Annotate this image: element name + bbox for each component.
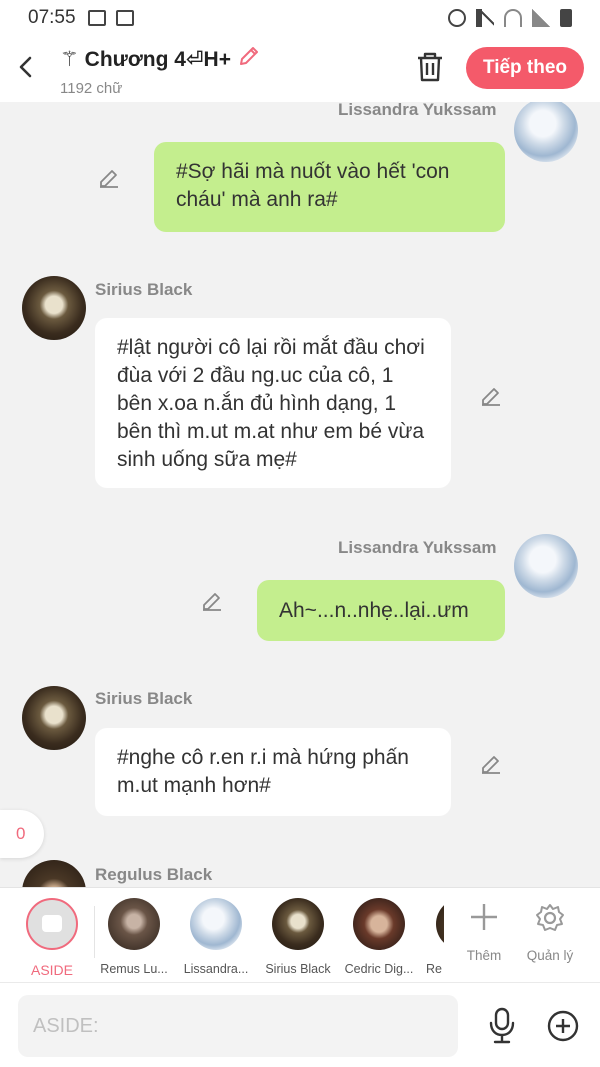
character-remus[interactable]: Remus Lu... <box>94 898 174 976</box>
message-bubble[interactable]: Ah~...n..nhẹ..lại..ưm <box>257 580 505 641</box>
edit-pencil-icon[interactable] <box>479 384 503 408</box>
edit-pencil-icon[interactable] <box>200 589 224 613</box>
status-bar: 07:55 <box>0 0 600 36</box>
next-button[interactable]: Tiếp theo <box>466 47 584 89</box>
status-icons <box>448 9 572 27</box>
battery-icon <box>560 9 572 27</box>
avatar <box>272 898 324 950</box>
notification-icon <box>115 10 134 26</box>
chapter-title-row[interactable]: ⚚ Chương 4⏎H+ <box>60 44 261 74</box>
message-bubble[interactable]: #lật người cô lại rồi mắt đầu chơi đùa v… <box>95 318 451 488</box>
message-bubble[interactable]: #Sợ hãi mà nuốt vào hết 'con cháu' mà an… <box>154 142 505 232</box>
avatar[interactable] <box>22 860 86 888</box>
sender-name: Lissandra Yukssam <box>338 538 497 557</box>
signal-icon <box>532 9 550 27</box>
character-label: ASIDE <box>30 962 73 978</box>
character-aside[interactable]: ASIDE <box>12 898 92 978</box>
gallery-icon <box>87 10 106 26</box>
edit-pencil-icon[interactable] <box>97 166 121 190</box>
wifi-icon <box>504 9 522 27</box>
avatar <box>353 898 405 950</box>
avatar[interactable] <box>514 102 578 162</box>
add-character-button[interactable]: Thêm <box>454 902 514 963</box>
aside-chat-icon <box>26 898 78 950</box>
edit-pencil-icon[interactable] <box>479 752 503 776</box>
character-cedric[interactable]: Cedric Dig... <box>339 898 419 976</box>
avatar <box>108 898 160 950</box>
character-regulus[interactable]: Re <box>420 898 444 976</box>
character-sirius[interactable]: Sirius Black <box>258 898 338 976</box>
title-block: ⚚ Chương 4⏎H+ 1192 chữ <box>60 44 261 97</box>
character-bar: ASIDE Remus Lu... Lissandra... Sirius Bl… <box>0 887 600 982</box>
avatar[interactable] <box>514 534 578 598</box>
character-label: Sirius Black <box>265 962 331 976</box>
character-label: Remus Lu... <box>100 962 168 976</box>
manage-label: Quản lý <box>526 948 574 963</box>
gear-icon <box>520 902 580 938</box>
plus-icon <box>454 902 514 938</box>
character-label: Cedric Dig... <box>344 962 414 976</box>
add-label: Thêm <box>466 948 502 963</box>
composer-bar <box>0 982 600 1067</box>
mute-icon <box>476 9 494 27</box>
character-label: Re <box>426 962 442 976</box>
avatar <box>436 898 444 950</box>
sender-name: Sirius Black <box>95 689 193 708</box>
sender-name: Lissandra Yukssam <box>338 102 497 119</box>
character-lissandra[interactable]: Lissandra... <box>176 898 256 976</box>
sender-name: Regulus Black <box>95 865 213 884</box>
alarm-icon <box>448 9 466 27</box>
trash-icon[interactable] <box>414 50 446 84</box>
word-count: 1192 chữ <box>60 80 123 97</box>
status-time: 07:55 <box>28 7 76 28</box>
add-circle-icon[interactable] <box>546 1009 580 1043</box>
chapter-header: ⚚ Chương 4⏎H+ 1192 chữ Tiếp theo <box>0 36 600 102</box>
character-label: Lissandra... <box>183 962 249 976</box>
avatar[interactable] <box>22 276 86 340</box>
back-icon[interactable] <box>14 52 38 82</box>
manage-button[interactable]: Quản lý <box>520 902 580 963</box>
chat-area[interactable]: Lissandra Yukssam #Sợ hãi mà nuốt vào hế… <box>0 102 600 888</box>
message-input[interactable] <box>18 995 458 1057</box>
message-bubble[interactable]: #nghe cô r.en r.i mà hứng phấn m.ut mạnh… <box>95 728 451 816</box>
microphone-icon[interactable] <box>486 1007 518 1045</box>
sender-name: Sirius Black <box>95 280 193 299</box>
avatar[interactable] <box>22 686 86 750</box>
edit-pencil-icon[interactable] <box>237 44 261 74</box>
chapter-title: ⚚ Chương 4⏎H+ <box>60 47 231 71</box>
avatar <box>190 898 242 950</box>
